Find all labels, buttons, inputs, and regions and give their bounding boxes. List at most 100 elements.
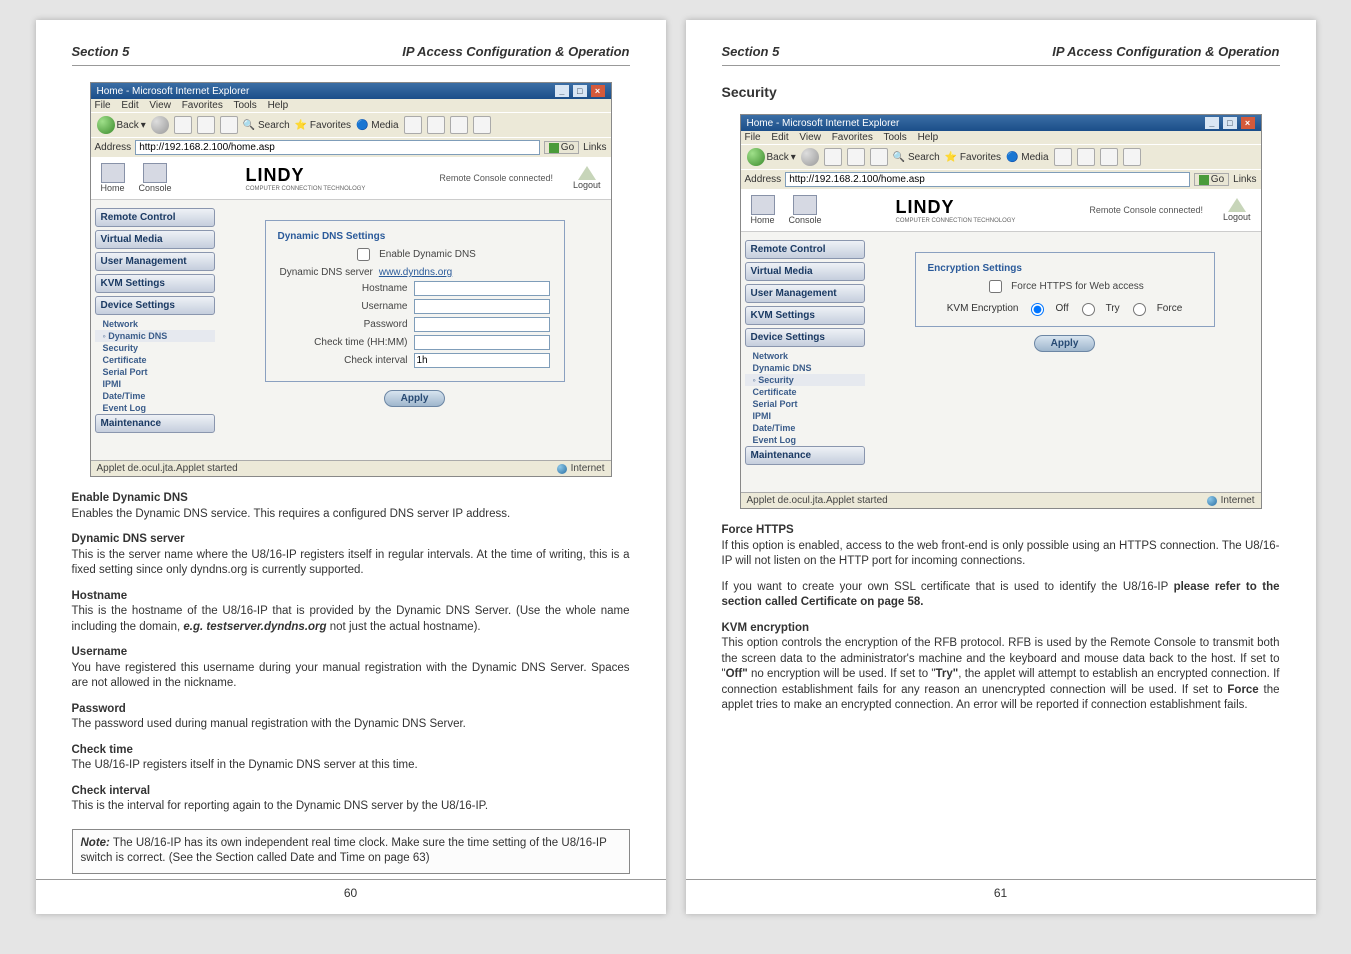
apply-button[interactable]: Apply xyxy=(384,390,446,407)
menu-view[interactable]: View xyxy=(799,132,821,143)
sidebar-item-remote-control[interactable]: Remote Control xyxy=(745,240,865,259)
sidebar-sub-serial-port[interactable]: Serial Port xyxy=(95,366,215,378)
hostname-input[interactable] xyxy=(414,281,550,296)
sidebar-sub-certificate[interactable]: Certificate xyxy=(745,386,865,398)
kvm-off-radio[interactable] xyxy=(1031,303,1044,316)
mail-icon[interactable] xyxy=(1077,148,1095,166)
menu-favorites[interactable]: Favorites xyxy=(182,100,223,111)
sidebar-sub-security[interactable]: ◦ Security xyxy=(745,374,865,386)
media-button[interactable]: 🔵 Media xyxy=(1006,152,1048,163)
menu-edit[interactable]: Edit xyxy=(121,100,138,111)
sidebar-item-maintenance[interactable]: Maintenance xyxy=(95,414,215,433)
forward-icon[interactable] xyxy=(801,148,819,166)
sidebar-sub-network[interactable]: Network xyxy=(745,350,865,362)
maximize-icon[interactable]: □ xyxy=(1223,117,1237,129)
home-link[interactable]: Home xyxy=(101,163,125,193)
menu-edit[interactable]: Edit xyxy=(771,132,788,143)
links-label[interactable]: Links xyxy=(583,142,606,153)
search-button[interactable]: 🔍 Search xyxy=(243,120,290,131)
sidebar-sub-ipmi[interactable]: IPMI xyxy=(745,410,865,422)
check-interval-select[interactable] xyxy=(414,353,550,368)
sidebar-sub-dynamic-dns[interactable]: Dynamic DNS xyxy=(745,362,865,374)
sidebar-sub-date-time[interactable]: Date/Time xyxy=(95,390,215,402)
back-button[interactable]: Back ▾ xyxy=(97,116,146,134)
history-icon[interactable] xyxy=(404,116,422,134)
favorites-button[interactable]: ⭐ Favorites xyxy=(295,120,351,131)
refresh-icon[interactable] xyxy=(847,148,865,166)
search-button[interactable]: 🔍 Search xyxy=(893,152,940,163)
refresh-icon[interactable] xyxy=(197,116,215,134)
edit-icon[interactable] xyxy=(1123,148,1141,166)
home-icon[interactable] xyxy=(220,116,238,134)
print-icon[interactable] xyxy=(450,116,468,134)
fieldset-legend: Dynamic DNS Settings xyxy=(274,231,390,242)
home-link[interactable]: Home xyxy=(751,195,775,225)
sidebar-sub-security[interactable]: Security xyxy=(95,342,215,354)
stop-icon[interactable] xyxy=(174,116,192,134)
menu-tools[interactable]: Tools xyxy=(233,100,256,111)
stop-icon[interactable] xyxy=(824,148,842,166)
sidebar-sub-certificate[interactable]: Certificate xyxy=(95,354,215,366)
favorites-button[interactable]: ⭐ Favorites xyxy=(945,152,1001,163)
encryption-fieldset: Encryption Settings Force HTTPS for Web … xyxy=(915,252,1215,327)
kvm-force-radio[interactable] xyxy=(1133,303,1146,316)
logout-icon xyxy=(1228,198,1246,212)
kvm-try-radio[interactable] xyxy=(1082,303,1095,316)
address-input[interactable] xyxy=(785,172,1190,187)
sidebar-item-maintenance[interactable]: Maintenance xyxy=(745,446,865,465)
ddns-server-link[interactable]: www.dyndns.org xyxy=(379,267,452,278)
history-icon[interactable] xyxy=(1054,148,1072,166)
address-input[interactable] xyxy=(135,140,540,155)
sidebar-sub-ipmi[interactable]: IPMI xyxy=(95,378,215,390)
minimize-icon[interactable]: _ xyxy=(1205,117,1219,129)
media-button[interactable]: 🔵 Media xyxy=(356,120,398,131)
forward-icon[interactable] xyxy=(151,116,169,134)
sidebar-sub-serial-port[interactable]: Serial Port xyxy=(745,398,865,410)
sidebar-sub-event-log[interactable]: Event Log xyxy=(95,402,215,414)
heading-checktime: Check time xyxy=(72,744,133,756)
password-input[interactable] xyxy=(414,317,550,332)
sidebar-item-kvm-settings[interactable]: KVM Settings xyxy=(745,306,865,325)
sidebar-item-remote-control[interactable]: Remote Control xyxy=(95,208,215,227)
back-button[interactable]: Back ▾ xyxy=(747,148,796,166)
menu-file[interactable]: File xyxy=(95,100,111,111)
sidebar-sub-date-time[interactable]: Date/Time xyxy=(745,422,865,434)
home-icon[interactable] xyxy=(870,148,888,166)
menu-favorites[interactable]: Favorites xyxy=(832,132,873,143)
go-button[interactable]: Go xyxy=(544,141,579,154)
sidebar-item-device-settings[interactable]: Device Settings xyxy=(745,328,865,347)
username-input[interactable] xyxy=(414,299,550,314)
minimize-icon[interactable]: _ xyxy=(555,85,569,97)
check-time-input[interactable] xyxy=(414,335,550,350)
sidebar-sub-dynamic-dns[interactable]: ◦ Dynamic DNS xyxy=(95,330,215,342)
mail-icon[interactable] xyxy=(427,116,445,134)
apply-button[interactable]: Apply xyxy=(1034,335,1096,352)
console-link[interactable]: Console xyxy=(789,195,822,225)
sidebar-sub-network[interactable]: Network xyxy=(95,318,215,330)
sidebar-item-user-management[interactable]: User Management xyxy=(745,284,865,303)
links-label[interactable]: Links xyxy=(1233,174,1256,185)
menu-tools[interactable]: Tools xyxy=(883,132,906,143)
sidebar-item-virtual-media[interactable]: Virtual Media xyxy=(95,230,215,249)
print-icon[interactable] xyxy=(1100,148,1118,166)
enable-ddns-checkbox[interactable] xyxy=(357,248,370,261)
force-https-checkbox[interactable] xyxy=(989,280,1002,293)
close-icon[interactable]: × xyxy=(591,85,605,97)
close-icon[interactable]: × xyxy=(1241,117,1255,129)
console-link[interactable]: Console xyxy=(139,163,172,193)
maximize-icon[interactable]: □ xyxy=(573,85,587,97)
menu-view[interactable]: View xyxy=(149,100,171,111)
sidebar-item-kvm-settings[interactable]: KVM Settings xyxy=(95,274,215,293)
menu-file[interactable]: File xyxy=(745,132,761,143)
sidebar-item-device-settings[interactable]: Device Settings xyxy=(95,296,215,315)
menu-help[interactable]: Help xyxy=(918,132,939,143)
menu-help[interactable]: Help xyxy=(268,100,289,111)
logout-link[interactable]: Logout xyxy=(573,166,601,190)
sidebar-item-virtual-media[interactable]: Virtual Media xyxy=(745,262,865,281)
logout-link[interactable]: Logout xyxy=(1223,198,1251,222)
header-section: Section 5 xyxy=(72,44,130,59)
sidebar-item-user-management[interactable]: User Management xyxy=(95,252,215,271)
sidebar-sub-event-log[interactable]: Event Log xyxy=(745,434,865,446)
edit-icon[interactable] xyxy=(473,116,491,134)
go-button[interactable]: Go xyxy=(1194,173,1229,186)
